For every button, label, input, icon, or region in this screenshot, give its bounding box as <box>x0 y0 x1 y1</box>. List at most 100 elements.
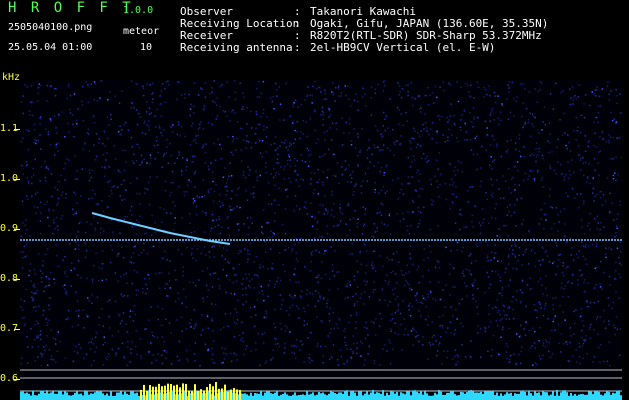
noise-pixel <box>462 270 464 272</box>
noise-pixel <box>503 197 505 199</box>
noise-pixel <box>497 260 499 262</box>
noise-pixel <box>432 343 434 345</box>
noise-pixel <box>596 228 599 230</box>
noise-pixel <box>322 124 324 126</box>
level-bar-segment <box>270 393 272 400</box>
noise-pixel <box>588 140 590 142</box>
noise-pixel <box>452 358 454 360</box>
noise-pixel <box>274 326 277 329</box>
level-bar-segment <box>298 395 300 400</box>
noise-pixel <box>140 357 142 360</box>
noise-pixel <box>483 96 485 98</box>
noise-pixel <box>311 293 314 295</box>
noise-pixel <box>302 119 304 122</box>
noise-pixel <box>287 149 289 151</box>
noise-pixel <box>218 285 221 287</box>
level-bar-peak <box>185 383 187 400</box>
noise-pixel <box>485 89 487 91</box>
noise-pixel <box>76 351 79 354</box>
noise-pixel <box>231 190 233 192</box>
noise-pixel <box>537 169 539 172</box>
noise-pixel <box>147 125 150 127</box>
noise-pixel <box>417 334 420 336</box>
noise-pixel <box>161 308 164 310</box>
noise-pixel <box>78 343 80 346</box>
noise-pixel <box>565 267 567 269</box>
level-bar-segment <box>38 393 40 400</box>
noise-pixel <box>159 241 161 244</box>
noise-pixel <box>587 225 589 227</box>
noise-pixel <box>535 309 537 312</box>
noise-pixel <box>595 245 598 248</box>
noise-pixel <box>609 211 611 213</box>
noise-pixel <box>26 129 28 131</box>
noise-pixel <box>328 116 330 118</box>
noise-pixel <box>165 81 167 83</box>
noise-pixel <box>200 334 202 336</box>
noise-pixel <box>273 142 276 145</box>
level-bar-segment <box>496 392 498 400</box>
noise-pixel <box>334 86 337 89</box>
noise-pixel <box>393 154 395 156</box>
noise-pixel <box>615 88 617 91</box>
noise-pixel <box>220 362 223 364</box>
noise-pixel <box>135 294 138 296</box>
noise-pixel <box>318 235 321 238</box>
noise-pixel <box>461 250 463 253</box>
noise-pixel <box>107 355 109 358</box>
noise-pixel <box>519 83 522 85</box>
noise-pixel <box>331 264 334 266</box>
noise-pixel <box>107 181 109 183</box>
noise-pixel <box>442 289 444 291</box>
noise-pixel <box>599 229 601 231</box>
noise-pixel <box>245 147 247 149</box>
noise-pixel <box>516 267 518 270</box>
noise-pixel <box>417 206 420 209</box>
noise-pixel <box>535 160 537 163</box>
noise-pixel <box>48 308 51 311</box>
noise-pixel <box>195 259 198 262</box>
noise-pixel <box>169 260 171 262</box>
noise-pixel <box>50 355 53 357</box>
noise-pixel <box>229 120 231 122</box>
noise-pixel <box>273 199 276 201</box>
noise-pixel <box>388 258 391 261</box>
noise-pixel <box>218 200 221 203</box>
noise-pixel <box>311 102 313 104</box>
noise-pixel <box>281 223 284 226</box>
noise-pixel <box>62 259 64 261</box>
noise-pixel <box>56 225 59 227</box>
noise-pixel <box>278 252 281 254</box>
noise-pixel <box>37 336 39 339</box>
noise-pixel <box>523 179 525 182</box>
noise-pixel <box>486 198 488 200</box>
noise-pixel <box>449 294 451 296</box>
noise-pixel <box>408 232 411 235</box>
noise-pixel <box>291 122 294 124</box>
noise-pixel <box>103 336 105 338</box>
noise-pixel <box>277 162 280 164</box>
level-bar-segment <box>472 391 474 400</box>
noise-pixel <box>370 235 373 237</box>
noise-pixel <box>211 171 214 173</box>
noise-pixel <box>513 211 516 214</box>
noise-pixel <box>428 341 431 344</box>
noise-pixel <box>100 80 103 82</box>
noise-pixel <box>476 287 479 290</box>
noise-pixel <box>54 95 57 97</box>
noise-pixel <box>366 280 368 283</box>
noise-pixel <box>229 241 232 243</box>
noise-pixel <box>76 300 79 302</box>
level-bar-segment <box>342 393 344 400</box>
noise-pixel <box>512 267 514 270</box>
level-bar-segment <box>112 395 114 400</box>
noise-pixel <box>104 145 106 147</box>
noise-pixel <box>513 353 515 355</box>
noise-pixel <box>414 295 416 297</box>
noise-pixel <box>146 83 148 85</box>
noise-pixel <box>90 83 93 85</box>
noise-pixel <box>460 86 462 88</box>
noise-pixel <box>571 159 573 161</box>
noise-pixel <box>585 335 587 337</box>
noise-pixel <box>350 348 352 351</box>
